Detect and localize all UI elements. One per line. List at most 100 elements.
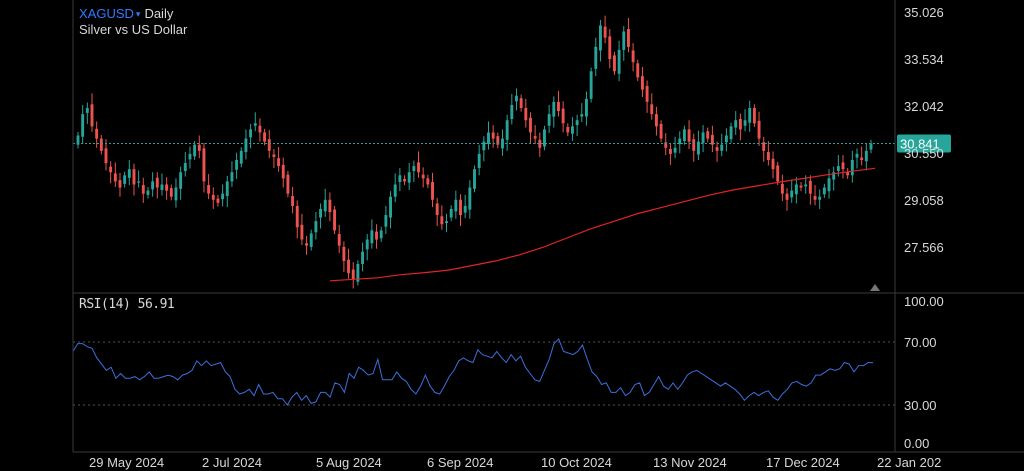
candle-up[interactable] [580,114,584,117]
scroll-to-latest-icon[interactable] [870,284,880,291]
candle-up[interactable] [314,221,318,233]
candle-down[interactable] [216,198,220,203]
candle-up[interactable] [585,98,588,117]
candle-down[interactable] [557,101,560,112]
candle-up[interactable] [449,208,453,218]
candle-up[interactable] [146,190,150,195]
candle-down[interactable] [141,185,145,194]
candle-down[interactable] [99,138,103,151]
candle-up[interactable] [123,175,127,184]
candle-up[interactable] [589,71,593,99]
candle-down[interactable] [211,194,215,200]
candle-down[interactable] [612,55,616,72]
candle-down[interactable] [524,108,528,121]
candle-down[interactable] [351,269,355,280]
candle-up[interactable] [407,172,411,183]
candle-up[interactable] [398,175,402,183]
timeframe-label[interactable]: Daily [144,6,173,21]
candle-up[interactable] [850,160,854,176]
candle-up[interactable] [384,215,388,227]
candle-up[interactable] [389,196,392,218]
candle-down[interactable] [459,199,462,216]
candle-up[interactable] [454,199,458,212]
candle-down[interactable] [104,148,108,164]
candle-down[interactable] [566,126,570,133]
candle-up[interactable] [864,150,868,162]
candle-up[interactable] [137,181,141,183]
candle-down[interactable] [291,196,295,206]
candle-up[interactable] [230,172,234,182]
candle-up[interactable] [571,126,574,134]
chevron-down-icon[interactable]: ▾ [136,9,141,19]
candle-down[interactable] [272,154,276,157]
candle-up[interactable] [836,166,840,172]
candle-up[interactable] [487,132,490,145]
candle-down[interactable] [375,231,378,240]
candle-up[interactable] [370,230,374,244]
candle-down[interactable] [626,29,630,47]
candle-up[interactable] [249,129,253,138]
candle-up[interactable] [365,239,369,250]
candle-up[interactable] [617,49,621,74]
candle-down[interactable] [426,178,430,185]
candle-down[interactable] [132,169,136,185]
candle-up[interactable] [748,108,752,123]
candle-up[interactable] [323,199,327,212]
candle-up[interactable] [729,126,733,140]
candle-up[interactable] [127,169,131,178]
candle-down[interactable] [533,136,537,139]
candle-up[interactable] [473,169,476,189]
candle-down[interactable] [403,178,406,182]
candle-down[interactable] [207,185,211,194]
candle-up[interactable] [720,144,724,151]
candle-down[interactable] [435,203,439,216]
candle-down[interactable] [561,108,565,124]
candle-down[interactable] [113,173,117,182]
candle-up[interactable] [151,181,155,190]
rsi-indicator-header[interactable]: RSI(14) 56.91 [79,297,175,312]
candle-down[interactable] [118,180,122,188]
candle-up[interactable] [575,120,579,126]
rsi-pane[interactable] [72,338,895,406]
candle-up[interactable] [547,114,551,126]
candle-up[interactable] [309,233,313,247]
candle-up[interactable] [622,31,626,50]
candle-up[interactable] [361,251,364,264]
candle-up[interactable] [515,95,518,102]
candle-down[interactable] [780,183,784,194]
candle-down[interactable] [631,50,635,63]
candle-up[interactable] [160,184,164,190]
candle-up[interactable] [174,187,178,201]
candle-up[interactable] [804,184,808,187]
candle-up[interactable] [822,187,826,195]
candle-down[interactable] [440,216,444,225]
candle-down[interactable] [337,234,341,246]
candle-down[interactable] [640,76,644,90]
candle-down[interactable] [421,174,425,179]
candle-down[interactable] [286,174,290,194]
candle-down[interactable] [603,26,607,38]
candle-up[interactable] [594,46,598,69]
candle-down[interactable] [417,162,420,173]
symbol-name[interactable]: XAGUSD [79,6,134,21]
candle-up[interactable] [244,138,248,153]
candle-down[interactable] [776,165,780,182]
candle-down[interactable] [328,199,332,212]
candle-up[interactable] [794,184,798,195]
candle-down[interactable] [752,108,756,124]
candle-down[interactable] [766,152,770,160]
candle-up[interactable] [445,221,448,224]
candle-down[interactable] [277,158,281,167]
candle-down[interactable] [687,129,691,142]
candle-up[interactable] [818,196,822,200]
candle-down[interactable] [808,180,812,194]
candle-down[interactable] [90,104,94,127]
candle-up[interactable] [235,160,239,170]
candle-up[interactable] [734,120,738,128]
candle-up[interactable] [463,205,467,213]
price-pane[interactable]: 30.841 [73,15,951,291]
candle-down[interactable] [668,148,672,154]
candle-up[interactable] [869,143,873,150]
candle-up[interactable] [510,104,514,120]
candle-up[interactable] [221,193,225,200]
